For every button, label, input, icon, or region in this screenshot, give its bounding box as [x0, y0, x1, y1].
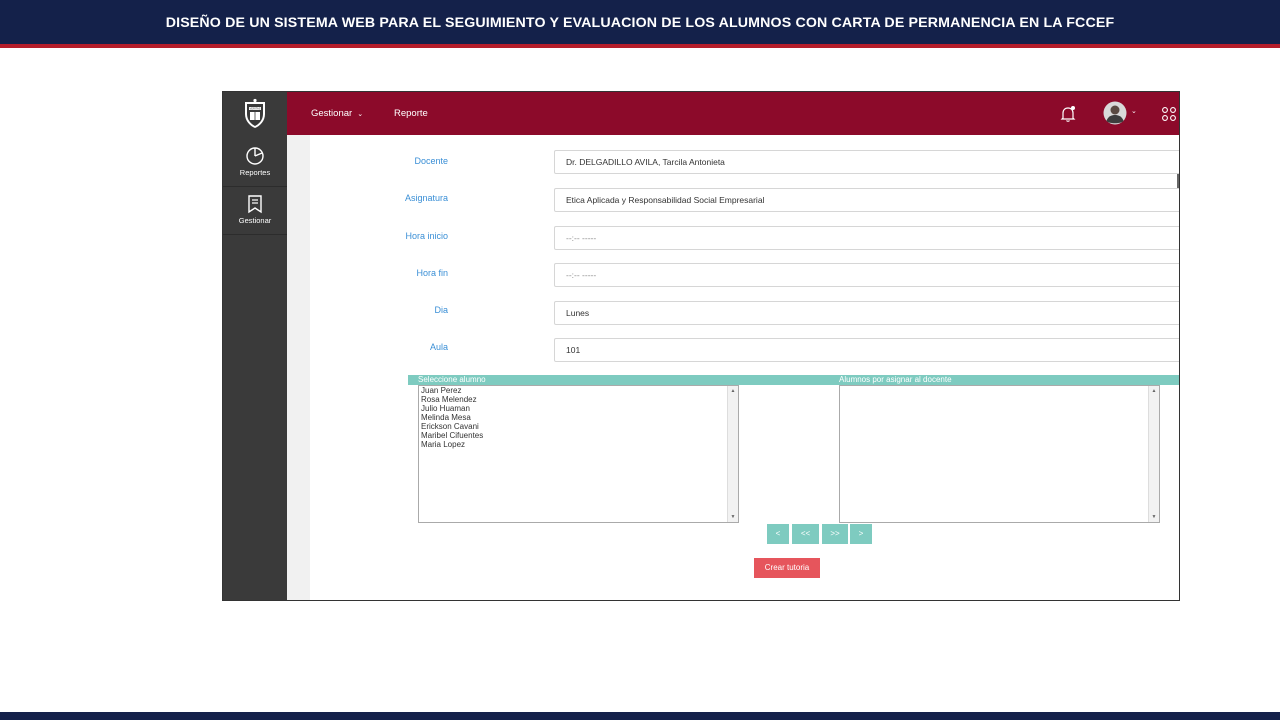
hora-inicio-input[interactable]: --:-- -----	[554, 226, 1179, 250]
scroll-down-icon[interactable]: ▼	[1149, 514, 1159, 520]
scroll-up-icon[interactable]: ▲	[728, 388, 738, 394]
app-screenshot: VERITAS Reportes Gestionar Gestionar ⌄ R…	[222, 91, 1180, 601]
aula-value: 101	[566, 345, 581, 355]
asignatura-label: Asignatura	[404, 193, 448, 203]
slide-title: DISEÑO DE UN SISTEMA WEB PARA EL SEGUIMI…	[165, 15, 1115, 31]
bell-icon[interactable]	[1059, 105, 1077, 123]
list-item[interactable]: Maribel Cifuentes	[419, 431, 738, 440]
aula-label: Aula	[429, 342, 448, 352]
move-one-right-button[interactable]: >	[850, 524, 872, 544]
list-item[interactable]: Rosa Melendez	[419, 395, 738, 404]
docente-label: Docente	[414, 156, 448, 166]
hora-fin-input[interactable]: --:-- -----	[554, 263, 1179, 287]
student-select-list[interactable]: Juan Perez Rosa Melendez Julio Huaman Me…	[418, 385, 739, 523]
aula-select[interactable]: 101 ▼	[554, 338, 1179, 362]
left-list-header: Seleccione alumno	[418, 375, 486, 384]
list-item[interactable]: Melinda Mesa	[419, 413, 738, 422]
sidebar-item-reportes[interactable]: Reportes	[223, 140, 287, 187]
nav-gestionar[interactable]: Gestionar ⌄	[311, 92, 363, 135]
dia-value: Lunes	[566, 308, 590, 318]
hora-fin-value: --:-- -----	[566, 270, 597, 280]
avatar	[1103, 101, 1127, 125]
asignatura-select[interactable]: Etica Aplicada y Responsabilidad Social …	[554, 188, 1179, 212]
apps-grid-icon[interactable]	[1161, 106, 1177, 122]
hora-inicio-value: --:-- -----	[566, 233, 597, 243]
move-one-left-button[interactable]: <	[767, 524, 789, 544]
sidebar-item-label: Gestionar	[238, 216, 272, 225]
scroll-down-icon[interactable]: ▼	[728, 514, 738, 520]
list-item[interactable]: Juan Perez	[419, 386, 738, 395]
nav-gestionar-label: Gestionar	[311, 108, 353, 119]
user-menu[interactable]: ⌄	[1103, 101, 1141, 127]
list-item[interactable]: Julio Huaman	[419, 404, 738, 413]
pie-chart-icon	[246, 147, 264, 165]
student-lists-header: Seleccione alumno Alumnos por asignar al…	[408, 375, 1179, 385]
docente-value: Dr. DELGADILLO AVILA, Tarcila Antonieta	[566, 157, 725, 167]
asignatura-value: Etica Aplicada y Responsabilidad Social …	[566, 195, 765, 205]
form-panel: Docente Dr. DELGADILLO AVILA, Tarcila An…	[310, 135, 1179, 600]
list-item[interactable]: Maria Lopez	[419, 440, 738, 449]
dia-select[interactable]: Lunes ▼	[554, 301, 1179, 325]
university-logo: VERITAS	[245, 98, 265, 128]
sidebar-item-label: Reportes	[239, 168, 271, 177]
hora-inicio-label: Hora inicio	[405, 231, 448, 241]
chevron-down-icon: ⌄	[1131, 108, 1137, 115]
sidebar: VERITAS Reportes Gestionar	[223, 92, 287, 600]
right-list-header: Alumnos por asignar al docente	[839, 375, 952, 384]
hora-fin-label: Hora fin	[416, 268, 448, 278]
slide-banner: DISEÑO DE UN SISTEMA WEB PARA EL SEGUIMI…	[0, 0, 1280, 44]
create-tutoria-button[interactable]: Crear tutoria	[754, 558, 820, 578]
bottom-bar	[0, 712, 1280, 720]
move-all-right-button[interactable]: >>	[822, 524, 848, 544]
nav-reporte[interactable]: Reporte	[394, 92, 428, 135]
nav-reporte-label: Reporte	[394, 108, 428, 119]
list-item[interactable]: Erickson Cavani	[419, 422, 738, 431]
scroll-up-icon[interactable]: ▲	[1149, 388, 1159, 394]
top-navbar: Gestionar ⌄ Reporte ⌄	[287, 92, 1179, 135]
logo-text: VERITAS	[250, 107, 261, 111]
assigned-student-list[interactable]: ▲ ▼	[839, 385, 1160, 523]
dia-label: Dia	[434, 305, 448, 315]
docente-select[interactable]: Dr. DELGADILLO AVILA, Tarcila Antonieta …	[554, 150, 1179, 174]
move-all-left-button[interactable]: <<	[792, 524, 819, 544]
scrollbar[interactable]: ▲ ▼	[727, 386, 738, 522]
banner-stripe	[0, 44, 1280, 48]
sidebar-item-gestionar[interactable]: Gestionar	[223, 188, 287, 235]
chevron-down-icon: ⌄	[357, 111, 364, 118]
bookmark-icon	[248, 195, 262, 214]
scrollbar[interactable]: ▲ ▼	[1148, 386, 1159, 522]
